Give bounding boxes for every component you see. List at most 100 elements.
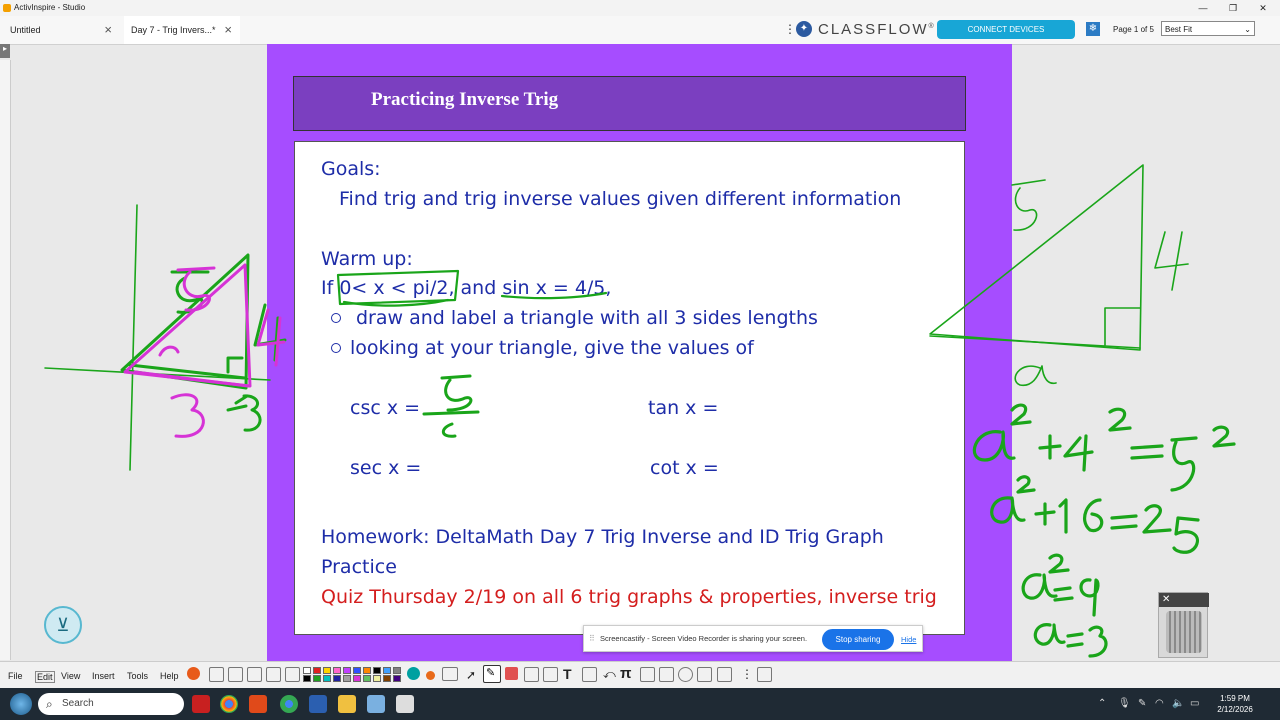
search-icon: ⌕ [46, 697, 53, 711]
color-swatch-cyan[interactable] [323, 675, 331, 682]
search-placeholder: Search [62, 698, 94, 709]
close-window-button[interactable]: ✕ [1248, 0, 1278, 16]
save-icon[interactable] [247, 667, 262, 682]
new-page-icon[interactable] [209, 667, 224, 682]
select-arrow-icon[interactable]: ➚ [466, 668, 476, 682]
menu-file[interactable]: File [8, 671, 23, 681]
previous-page-icon[interactable] [266, 667, 281, 682]
color-swatch-red[interactable] [313, 667, 321, 674]
expand-icon[interactable]: ⊻ [44, 606, 82, 644]
color-swatch-lightgreen[interactable] [363, 675, 371, 682]
grid-icon[interactable] [697, 667, 712, 682]
color-swatch-yellow[interactable] [323, 667, 331, 674]
wifi-icon[interactable]: ◠ [1155, 698, 1164, 709]
color-swatch-black[interactable] [303, 675, 311, 682]
undo-icon[interactable] [582, 667, 597, 682]
color-swatch-white[interactable] [303, 667, 311, 674]
close-icon[interactable]: × [224, 16, 232, 44]
eraser-icon[interactable] [505, 667, 518, 680]
battery-icon[interactable]: ▭ [1190, 698, 1199, 709]
taskbar-app-3[interactable] [249, 695, 267, 713]
menu-tools[interactable]: Tools [127, 671, 148, 681]
color-swatch-blue[interactable] [353, 667, 361, 674]
close-icon[interactable]: × [104, 16, 112, 44]
tab-day7[interactable]: Day 7 - Trig Invers...* × [124, 16, 240, 44]
shapes-icon[interactable] [659, 667, 674, 682]
slide-title: Practicing Inverse Trig [371, 89, 559, 110]
activinspire-taskbar-icon[interactable] [396, 695, 414, 713]
drag-handle-icon[interactable]: ⠿ [589, 634, 595, 643]
color-swatch-orange[interactable] [363, 667, 371, 674]
clear-icon[interactable] [757, 667, 772, 682]
stop-sharing-button[interactable]: Stop sharing [822, 629, 894, 650]
folder-icon[interactable] [338, 695, 356, 713]
color-swatch-black[interactable] [373, 667, 381, 674]
close-icon[interactable]: ✕ [1159, 593, 1209, 607]
warmup-if-line: If 0< x < pi/2, and sin x = 4/5, [321, 277, 612, 299]
word-icon[interactable] [309, 695, 327, 713]
trash-can[interactable]: ✕ [1158, 592, 1209, 658]
window-title: ActivInspire - Studio [14, 3, 86, 12]
highlighter-icon[interactable] [524, 667, 539, 682]
open-icon[interactable] [228, 667, 243, 682]
menu-edit[interactable]: Edit [35, 671, 55, 683]
taskbar-search[interactable]: ⌕ Search [38, 693, 184, 715]
kebab-icon[interactable]: ⋮ [741, 667, 753, 681]
menu-help[interactable]: Help [160, 671, 179, 681]
menu-insert[interactable]: Insert [92, 671, 115, 681]
zoom-select[interactable]: Best Fit ⌄ [1161, 21, 1255, 36]
pen-width-icon[interactable] [426, 671, 435, 680]
volume-icon[interactable]: 🔈 [1172, 698, 1184, 709]
tab-untitled[interactable]: Untitled × [4, 16, 120, 44]
color-swatch-gray[interactable] [393, 667, 401, 674]
text-tool-icon[interactable]: T [563, 666, 572, 682]
color-swatch-brown[interactable] [383, 675, 391, 682]
color-swatch-lightblue[interactable] [383, 667, 391, 674]
snowflake-icon[interactable]: ❄ [1086, 22, 1100, 36]
color-swatch-purple[interactable] [343, 667, 351, 674]
pen-icon[interactable]: ✎ [1138, 698, 1146, 709]
left-axes [44, 204, 271, 471]
maximize-button[interactable]: ❐ [1218, 0, 1248, 16]
homework-line1: Homework: DeltaMath Day 7 Trig Inverse a… [321, 526, 884, 548]
color-swatch-magenta[interactable] [353, 675, 361, 682]
connect-devices-button[interactable]: CONNECT DEVICES [937, 20, 1075, 39]
taskbar-app-1[interactable] [192, 695, 210, 713]
color-picker-icon[interactable] [407, 667, 420, 680]
pen-tool-icon[interactable]: ✎ [483, 665, 501, 683]
camera-icon[interactable] [678, 667, 693, 682]
color-swatch-navy[interactable] [333, 675, 341, 682]
hide-link[interactable]: Hide [901, 635, 916, 644]
csc-prompt: csc x = [350, 397, 421, 419]
microphone-icon[interactable]: 🎙 [1118, 698, 1131, 709]
next-page-icon[interactable] [285, 667, 300, 682]
color-swatch-green[interactable] [313, 675, 321, 682]
chevron-up-icon[interactable]: ⌃ [1098, 698, 1106, 709]
fill-icon[interactable] [543, 667, 558, 682]
bullet-circle [331, 343, 341, 353]
taskbar-app-7[interactable] [367, 695, 385, 713]
color-swatch-cream[interactable] [373, 675, 381, 682]
trash-icon [1166, 611, 1202, 653]
color-swatch-violet[interactable] [393, 675, 401, 682]
math-tools-icon[interactable]: π [620, 665, 631, 682]
redo-icon[interactable]: ⤺ [603, 667, 616, 682]
goals-label: Goals: [321, 158, 381, 180]
windows-start-icon[interactable] [10, 693, 32, 715]
pen-width-select-icon[interactable] [442, 667, 458, 681]
slide-banner: Practicing Inverse Trig [293, 76, 966, 131]
page-browser-tab[interactable]: ▸ [0, 44, 10, 58]
clock[interactable]: 1:59 PM 2/12/2026 [1210, 693, 1260, 715]
color-swatch-pink[interactable] [333, 667, 341, 674]
menu-view[interactable]: View [61, 671, 80, 681]
reset-page-icon[interactable] [717, 667, 732, 682]
chrome-profile-icon[interactable] [280, 695, 298, 713]
kebab-icon[interactable]: ⋮ [784, 22, 796, 36]
left-triangle-magenta [123, 263, 286, 438]
minimize-button[interactable]: — [1188, 0, 1218, 16]
color-swatch-silver[interactable] [343, 675, 351, 682]
image-icon[interactable] [640, 667, 655, 682]
cot-prompt: cot x = [650, 457, 719, 479]
chrome-icon[interactable] [220, 695, 238, 713]
record-icon[interactable] [187, 667, 200, 680]
